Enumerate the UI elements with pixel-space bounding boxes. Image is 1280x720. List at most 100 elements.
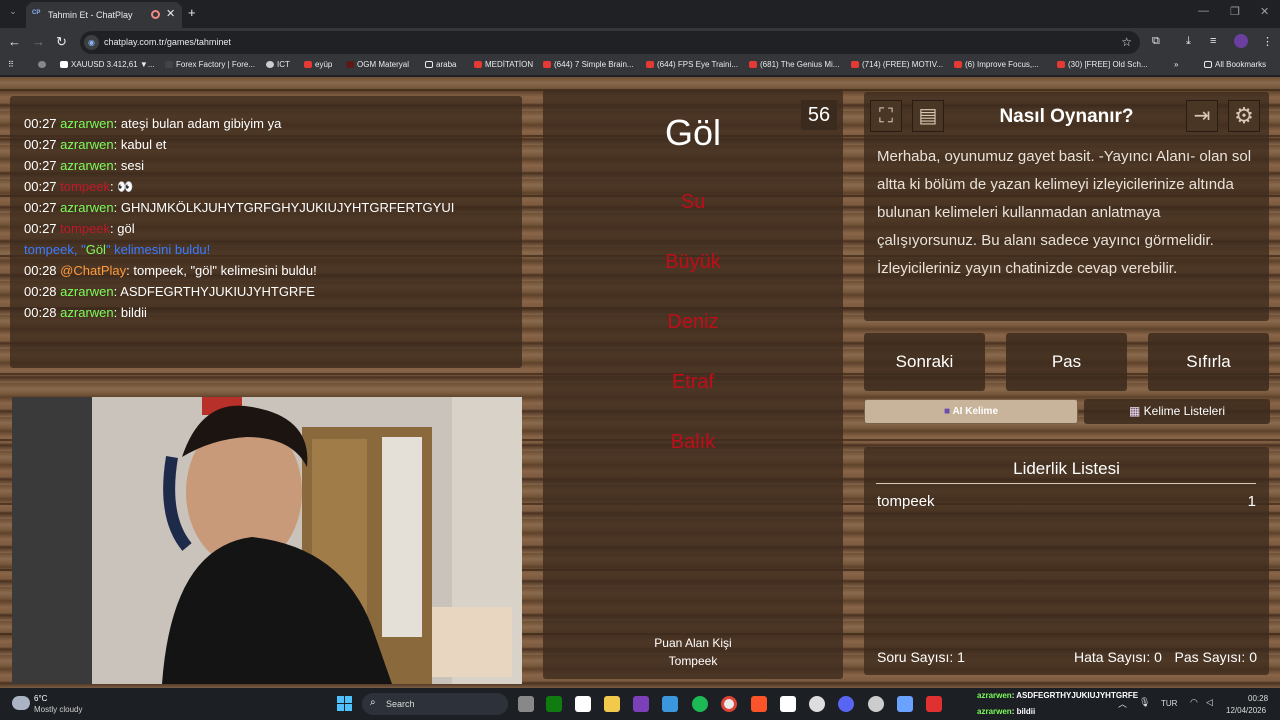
profile-avatar-icon[interactable] (1234, 34, 1248, 48)
site-info-icon[interactable]: ◉ (84, 35, 99, 50)
clock-time[interactable]: 00:28 (1248, 694, 1268, 703)
bookmark-item[interactable]: (30) [FREE] Old Sch... (1057, 60, 1148, 69)
language-indicator[interactable]: TUR (1161, 699, 1177, 708)
bookmark-item[interactable]: (6) Improve Focus,... (954, 60, 1039, 69)
clock-date[interactable]: 12/04/2026 (1226, 706, 1266, 715)
info-body: Merhaba, oyunumuz gayet basit. -Yayıncı … (877, 148, 1252, 277)
tray-chevron-icon[interactable]: ︿ (1118, 697, 1127, 710)
ai-word-button[interactable]: ■ AI Kelime (864, 399, 1078, 424)
ticker-line: azrarwen: bildii (977, 707, 1036, 716)
weather-temp: 6°C (34, 694, 48, 703)
question-count: Soru Sayısı: 1 (877, 649, 965, 665)
download-icon[interactable]: ⤓ (1186, 35, 1191, 48)
wifi-icon[interactable]: ◠ (1190, 697, 1198, 708)
search-icon: ⌕ (370, 697, 376, 708)
leaderboard-score: 1 (1247, 493, 1256, 510)
leaderboard-divider (876, 483, 1256, 484)
reset-button[interactable]: Sıfırla (1148, 333, 1269, 391)
tradingview-icon[interactable] (780, 696, 796, 712)
url-text: chatplay.com.tr/games/tahminet (104, 37, 231, 47)
spotify-icon[interactable] (692, 696, 708, 712)
new-tab-icon[interactable]: + (188, 5, 196, 20)
chrome-icon[interactable] (721, 696, 737, 712)
taskbar-search[interactable]: ⌕ Search (362, 693, 508, 715)
file-explorer-icon[interactable] (604, 696, 620, 712)
obs-icon[interactable] (926, 696, 942, 712)
task-view-icon[interactable] (518, 696, 534, 712)
bookmark-item[interactable]: MEDİTATİON (474, 60, 533, 69)
tab-title: Tahmin Et - ChatPlay (48, 10, 133, 20)
search-label: Search (386, 699, 415, 709)
tab-close-icon[interactable]: ✕ (166, 7, 175, 20)
reload-icon[interactable]: ↻ (56, 34, 67, 50)
forbidden-word: Deniz (667, 311, 719, 333)
leaderboard-title: Liderlik Listesi (1013, 459, 1120, 478)
tab-search-icon[interactable]: ⌄ (6, 6, 20, 20)
volume-icon[interactable]: ◁ (1206, 697, 1213, 708)
bookmark-item[interactable]: (714) (FREE) MOTIV... (851, 60, 943, 69)
address-bar[interactable]: ◉ chatplay.com.tr/games/tahminet ☆ (80, 31, 1140, 54)
webcam-image (12, 397, 522, 684)
bookmark-item[interactable]: (644) 7 Simple Brain... (543, 60, 634, 69)
bookmark-item[interactable]: ICT (266, 60, 290, 69)
apps-grid-icon[interactable]: ⠿ (8, 60, 14, 69)
bookmark-item[interactable]: (681) The Genius Mi... (749, 60, 839, 69)
xbox-icon[interactable] (546, 696, 562, 712)
word-lists-button[interactable]: ▦ Kelime Listeleri (1084, 399, 1270, 424)
bookmark-item[interactable]: eyüp (304, 60, 332, 69)
bookmark-item[interactable]: Forex Factory | Fore... (165, 60, 255, 69)
app-icon[interactable] (633, 696, 649, 712)
exit-icon[interactable]: ⇥ (1186, 100, 1218, 132)
minimize-icon[interactable]: — (1198, 5, 1209, 17)
windows-start-icon[interactable] (337, 696, 353, 712)
window-close-icon[interactable]: ✕ (1260, 5, 1269, 18)
bookmark-star-icon[interactable]: ☆ (1121, 35, 1132, 49)
app-icon[interactable] (575, 696, 591, 712)
bookmark-item[interactable]: OGM Materyal (346, 60, 409, 69)
extensions-icon[interactable]: ⧉ (1152, 35, 1160, 48)
more-bookmarks-icon[interactable]: » (1174, 60, 1178, 69)
copilot-icon[interactable] (662, 696, 678, 712)
pass-button[interactable]: Pas (1006, 333, 1127, 391)
browser-toolbar: ← → ↻ ◉ chatplay.com.tr/games/tahminet ☆… (0, 28, 1280, 56)
bookmark-folder[interactable]: araba (425, 60, 456, 69)
bookmark-item[interactable]: (644) FPS Eye Traini... (646, 60, 738, 69)
error-count: Hata Sayısı: 0 (1074, 649, 1162, 665)
chat-message: 00:27 azrarwen: GHNJMKÖLKJUHYTGRFGHYJUKI… (24, 200, 455, 215)
next-button[interactable]: Sonraki (864, 333, 985, 391)
restore-icon[interactable]: ❐ (1230, 5, 1240, 18)
main-word: Göl (664, 112, 722, 153)
ai-robot-icon: ■ (943, 406, 951, 417)
forward-icon[interactable]: → (32, 34, 45, 49)
chat-message: 00:27 azrarwen: ateşi bulan adam gibiyim… (24, 116, 282, 131)
brave-icon[interactable] (751, 696, 767, 712)
bookmark-item[interactable]: XAUUSD 3.412,61 ▼... (60, 60, 155, 69)
game-area: 00:27 azrarwen: ateşi bulan adam gibiyim… (0, 77, 1280, 688)
chat-message: 00:27 azrarwen: kabul et (24, 137, 167, 152)
chat-message: 00:27 tompeek: göl (24, 221, 135, 236)
microphone-icon[interactable]: 🎙 (1139, 697, 1150, 708)
leaderboard-name: tompeek (877, 493, 935, 510)
bookmark-item[interactable] (38, 60, 49, 69)
chat-message: 00:28 azrarwen: bildii (24, 305, 147, 320)
recording-icon (151, 10, 160, 19)
leaderboard-panel: Liderlik Listesi tompeek 1 Soru Sayısı: … (864, 447, 1269, 675)
tab-tahmin-et[interactable]: CP Tahmin Et - ChatPlay ✕ (26, 2, 182, 28)
menu-icon[interactable]: ⋮ (1262, 35, 1273, 48)
back-icon[interactable]: ← (8, 34, 21, 49)
all-bookmarks-folder[interactable]: All Bookmarks (1204, 60, 1266, 69)
app-icon[interactable] (868, 696, 884, 712)
word-card: 56 Göl Su Büyük Deniz Etraf Balık Puan A… (543, 90, 843, 679)
reading-list-icon[interactable]: ≡ (1210, 35, 1216, 47)
scorer-label: Puan Alan Kişi (654, 636, 732, 650)
forbidden-word: Etraf (671, 371, 715, 393)
chatgpt-icon[interactable] (809, 696, 825, 712)
app-icon[interactable] (897, 696, 913, 712)
pass-count: Pas Sayısı: 0 (1174, 649, 1257, 665)
settings-gear-icon[interactable]: ⚙ (1228, 100, 1260, 132)
cloud-icon (12, 696, 30, 710)
discord-icon[interactable] (838, 696, 854, 712)
bookmarks-bar: ⠿ XAUUSD 3.412,61 ▼... Forex Factory | F… (0, 56, 1280, 76)
forbidden-word: Büyük (665, 251, 721, 273)
forbidden-word: Su (680, 191, 706, 213)
